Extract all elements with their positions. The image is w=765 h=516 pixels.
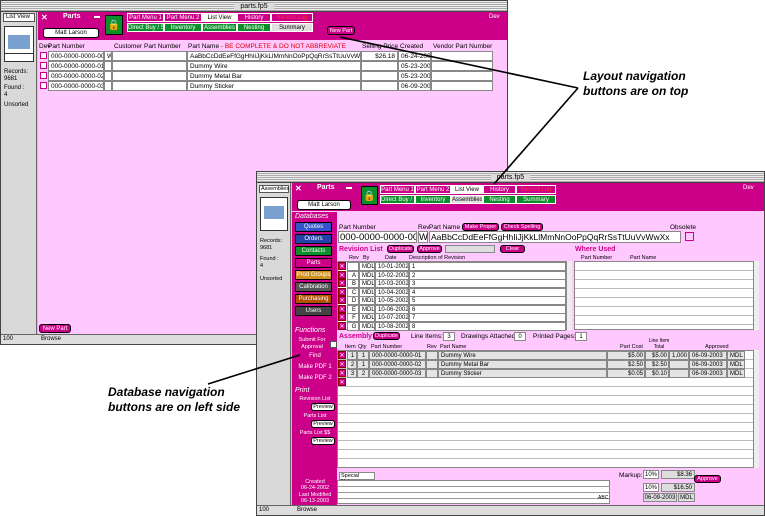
callout-left-text: Database navigation buttons are on left … <box>108 385 241 414</box>
callout-top-text: Layout navigation buttons are on top <box>583 69 689 98</box>
